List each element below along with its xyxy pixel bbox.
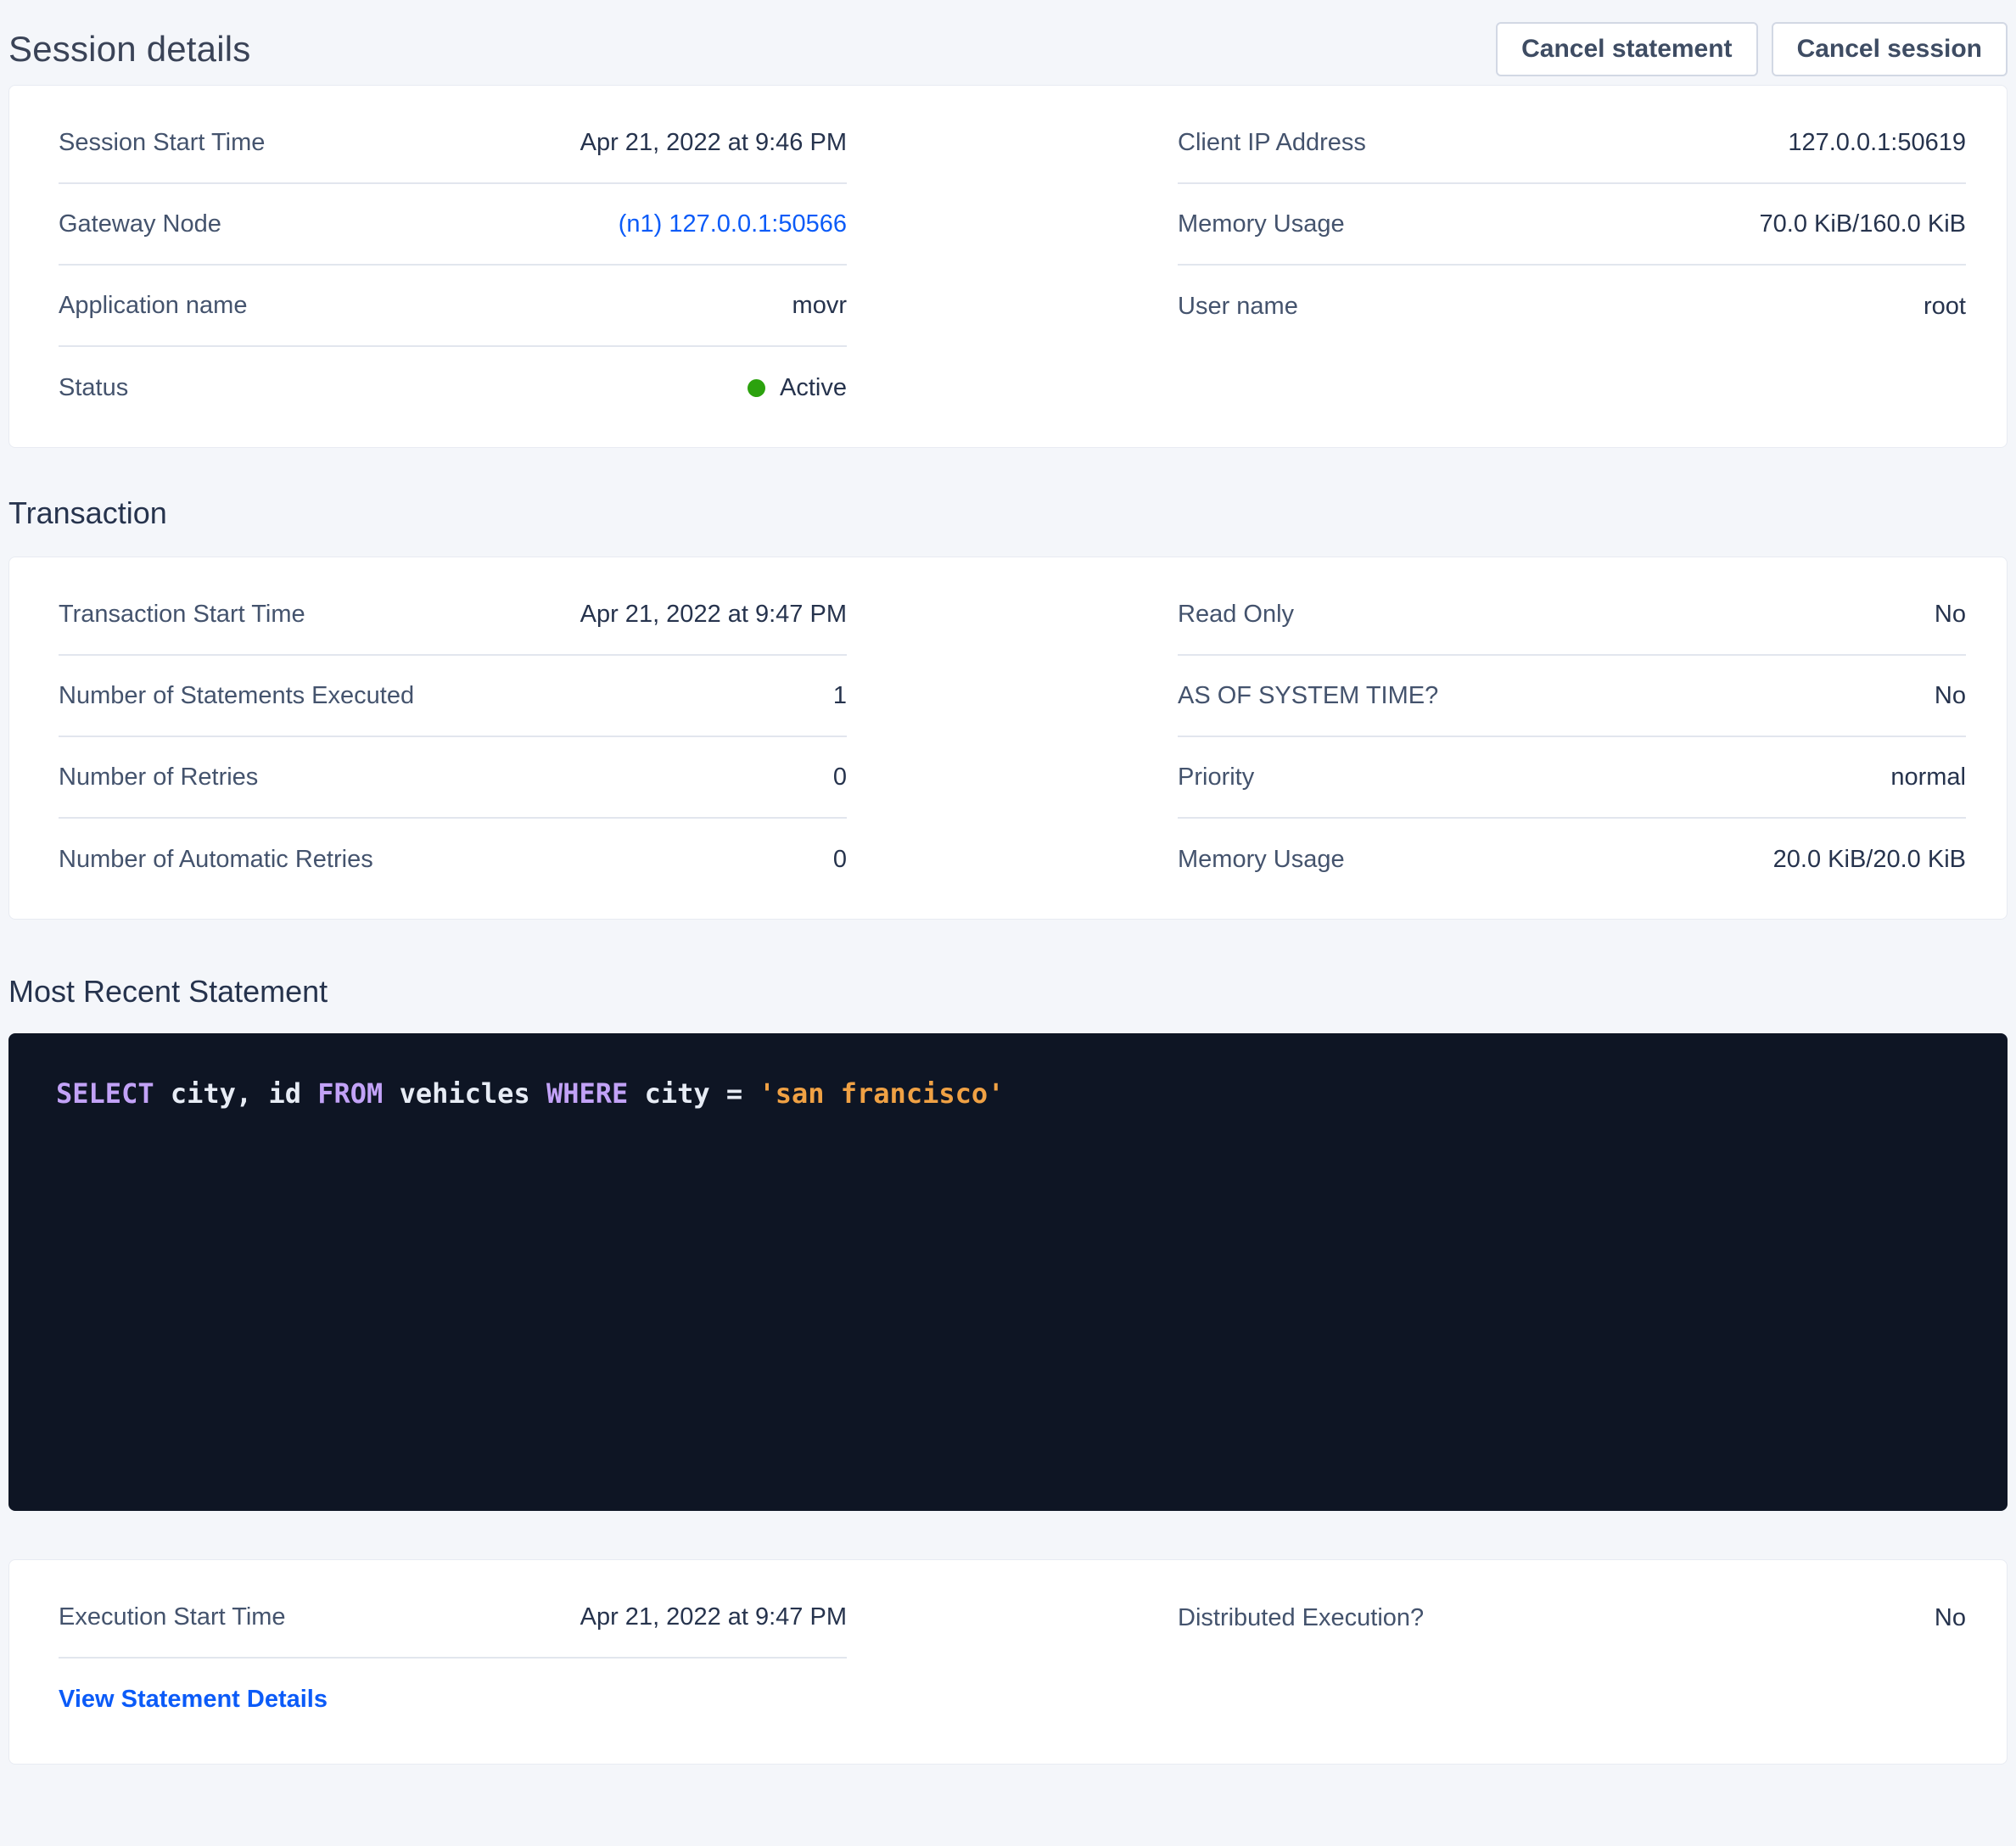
- sql-statement-code-block: SELECT city, id FROM vehicles WHERE city…: [8, 1033, 2008, 1511]
- execution-left-column: Execution Start Time Apr 21, 2022 at 9:4…: [59, 1577, 847, 1740]
- page-title: Session details: [8, 29, 251, 70]
- sql-keyword-token: FROM: [317, 1077, 383, 1110]
- user-name-value: root: [1924, 293, 1966, 321]
- priority-row: Priority normal: [1178, 737, 1966, 819]
- session-summary-left-column: Session Start Time Apr 21, 2022 at 9:46 …: [59, 103, 847, 428]
- sql-keyword-token: WHERE: [546, 1077, 628, 1110]
- distributed-execution-row: Distributed Execution? No: [1178, 1577, 1966, 1659]
- transaction-card: Transaction Start Time Apr 21, 2022 at 9…: [8, 557, 2008, 920]
- automatic-retries-row: Number of Automatic Retries 0: [59, 819, 847, 900]
- transaction-memory-usage-label: Memory Usage: [1178, 846, 1345, 874]
- distributed-execution-label: Distributed Execution?: [1178, 1604, 1424, 1632]
- client-ip-label: Client IP Address: [1178, 129, 1366, 157]
- transaction-right-column: Read Only No AS OF SYSTEM TIME? No Prior…: [1178, 574, 1966, 900]
- user-name-row: User name root: [1178, 266, 1966, 347]
- gateway-node-link[interactable]: (n1) 127.0.0.1:50566: [619, 210, 847, 238]
- transaction-left-column: Transaction Start Time Apr 21, 2022 at 9…: [59, 574, 847, 900]
- transaction-start-time-value: Apr 21, 2022 at 9:47 PM: [580, 601, 847, 629]
- sql-plain-token: city, id: [154, 1077, 318, 1110]
- retries-value: 0: [833, 764, 847, 792]
- as-of-system-time-value: No: [1935, 682, 1966, 710]
- page-header: Session details Cancel statement Cancel …: [8, 0, 2008, 85]
- read-only-value: No: [1935, 601, 1966, 629]
- read-only-label: Read Only: [1178, 601, 1294, 629]
- session-summary-right-column: Client IP Address 127.0.0.1:50619 Memory…: [1178, 103, 1966, 347]
- session-summary-card: Session Start Time Apr 21, 2022 at 9:46 …: [8, 85, 2008, 448]
- header-actions: Cancel statement Cancel session: [1496, 22, 2008, 76]
- transaction-memory-usage-value: 20.0 KiB/20.0 KiB: [1773, 846, 1966, 874]
- session-memory-usage-label: Memory Usage: [1178, 210, 1345, 238]
- sql-keyword-token: SELECT: [56, 1077, 154, 1110]
- gateway-node-label: Gateway Node: [59, 210, 221, 238]
- execution-card: Execution Start Time Apr 21, 2022 at 9:4…: [8, 1559, 2008, 1765]
- transaction-start-time-row: Transaction Start Time Apr 21, 2022 at 9…: [59, 574, 847, 656]
- read-only-row: Read Only No: [1178, 574, 1966, 656]
- session-details-page: Session details Cancel statement Cancel …: [0, 0, 2016, 1782]
- execution-start-time-label: Execution Start Time: [59, 1603, 286, 1631]
- retries-label: Number of Retries: [59, 764, 258, 792]
- statements-executed-value: 1: [833, 682, 847, 710]
- user-name-label: User name: [1178, 293, 1298, 321]
- transaction-section-heading: Transaction: [8, 495, 2008, 531]
- priority-label: Priority: [1178, 764, 1254, 792]
- view-statement-details-row: View Statement Details: [59, 1659, 847, 1740]
- cancel-session-button[interactable]: Cancel session: [1772, 22, 2008, 76]
- status-label: Status: [59, 374, 128, 402]
- session-start-time-label: Session Start Time: [59, 129, 265, 157]
- cancel-statement-button[interactable]: Cancel statement: [1496, 22, 1757, 76]
- client-ip-row: Client IP Address 127.0.0.1:50619: [1178, 103, 1966, 184]
- status-badge-text: Active: [780, 374, 847, 402]
- session-start-time-row: Session Start Time Apr 21, 2022 at 9:46 …: [59, 103, 847, 184]
- application-name-label: Application name: [59, 292, 247, 320]
- execution-start-time-value: Apr 21, 2022 at 9:47 PM: [580, 1603, 847, 1631]
- automatic-retries-value: 0: [833, 846, 847, 874]
- execution-right-column: Distributed Execution? No: [1178, 1577, 1966, 1659]
- sql-string-token: 'san francisco': [759, 1077, 1004, 1110]
- view-statement-details-link[interactable]: View Statement Details: [59, 1686, 328, 1714]
- statements-executed-row: Number of Statements Executed 1: [59, 656, 847, 737]
- most-recent-statement-heading: Most Recent Statement: [8, 974, 2008, 1010]
- distributed-execution-value: No: [1935, 1604, 1966, 1632]
- status-badge: Active: [748, 374, 847, 402]
- sql-plain-token: vehicles: [383, 1077, 546, 1110]
- execution-start-time-row: Execution Start Time Apr 21, 2022 at 9:4…: [59, 1577, 847, 1659]
- status-active-dot-icon: [748, 379, 765, 397]
- gateway-node-row: Gateway Node (n1) 127.0.0.1:50566: [59, 184, 847, 266]
- session-memory-usage-value: 70.0 KiB/160.0 KiB: [1760, 210, 1966, 238]
- application-name-row: Application name movr: [59, 266, 847, 347]
- application-name-value: movr: [792, 292, 847, 320]
- automatic-retries-label: Number of Automatic Retries: [59, 846, 373, 874]
- status-row: Status Active: [59, 347, 847, 428]
- as-of-system-time-row: AS OF SYSTEM TIME? No: [1178, 656, 1966, 737]
- priority-value: normal: [1890, 764, 1966, 792]
- transaction-memory-usage-row: Memory Usage 20.0 KiB/20.0 KiB: [1178, 819, 1966, 900]
- transaction-start-time-label: Transaction Start Time: [59, 601, 305, 629]
- session-start-time-value: Apr 21, 2022 at 9:46 PM: [580, 129, 847, 157]
- as-of-system-time-label: AS OF SYSTEM TIME?: [1178, 682, 1438, 710]
- session-memory-usage-row: Memory Usage 70.0 KiB/160.0 KiB: [1178, 184, 1966, 266]
- retries-row: Number of Retries 0: [59, 737, 847, 819]
- statements-executed-label: Number of Statements Executed: [59, 682, 414, 710]
- sql-plain-token: city =: [628, 1077, 759, 1110]
- client-ip-value: 127.0.0.1:50619: [1788, 129, 1966, 157]
